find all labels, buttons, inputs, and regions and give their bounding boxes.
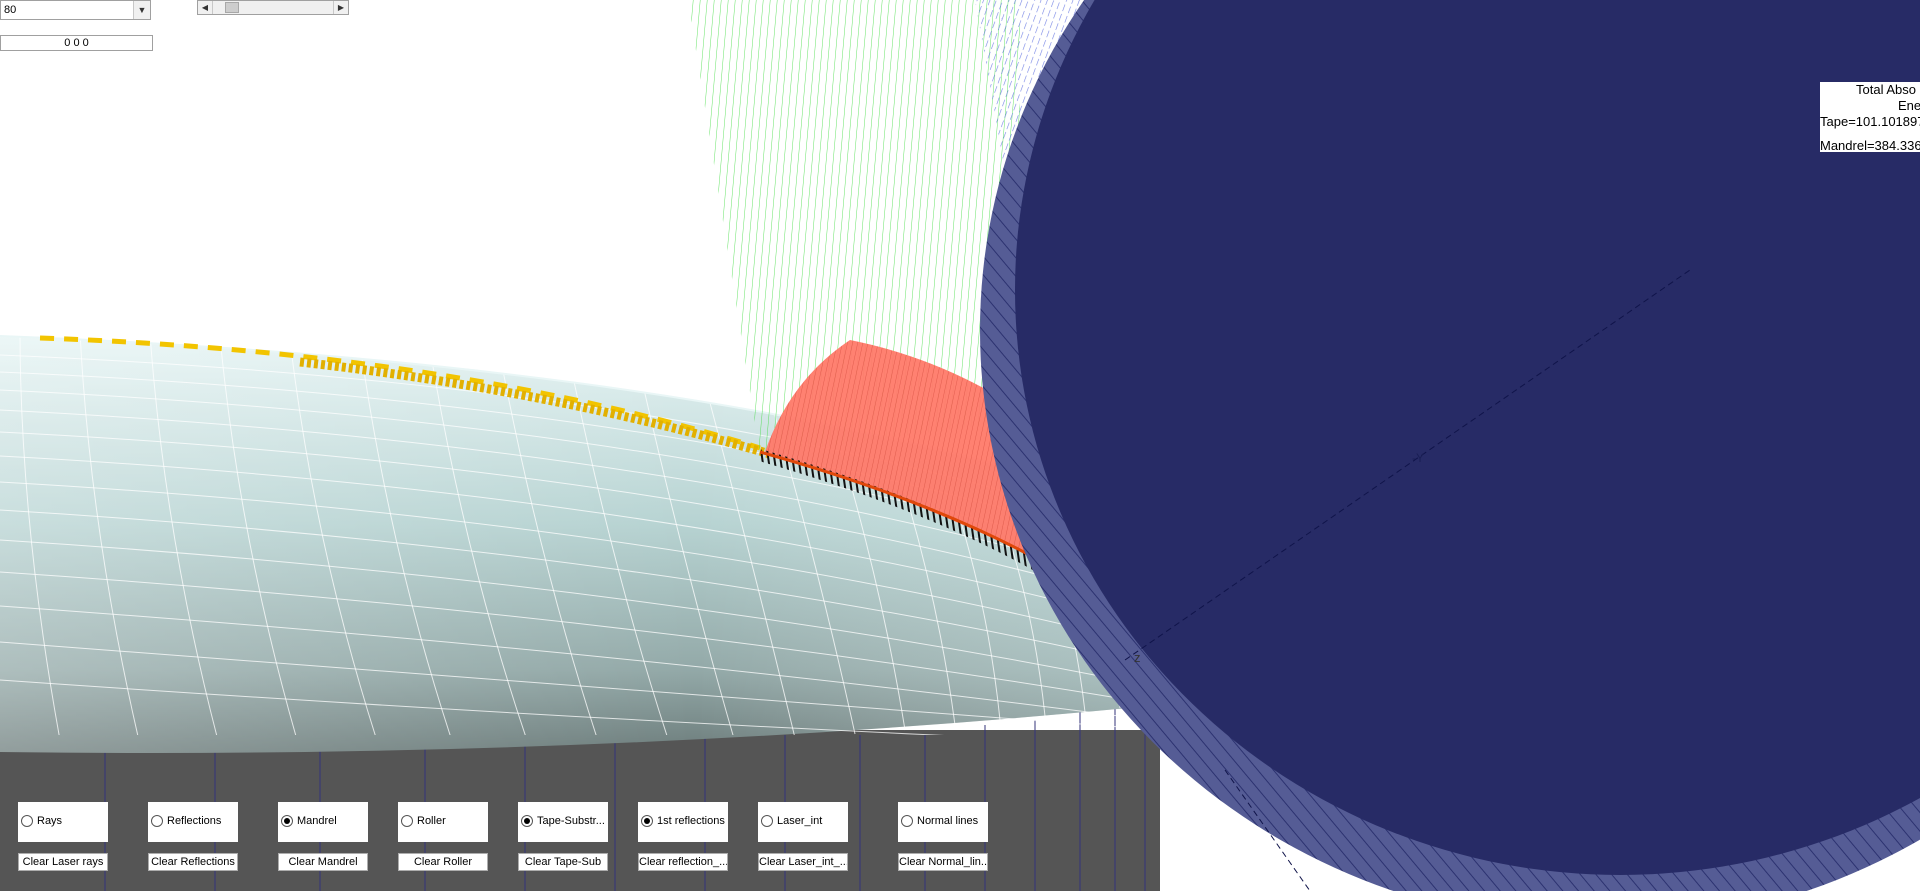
toggle-1st-reflections[interactable]: 1st reflections (638, 802, 728, 842)
coordinate-field[interactable]: 0 0 0 (0, 35, 153, 51)
clear-reflections-button[interactable]: Clear Reflections (148, 853, 238, 871)
toggle-label: Roller (417, 815, 446, 827)
energy-readout: Total Abso Ene Tape=101.101897 Mandrel=3… (1820, 82, 1920, 152)
toggle-tape-substrate[interactable]: Tape-Substr... (518, 802, 608, 842)
energy-line-tape: Tape=101.101897 (1820, 114, 1920, 129)
radio-normal-lines[interactable] (901, 815, 913, 827)
clear-normal-lines-button[interactable]: Clear Normal_lin... (898, 853, 988, 871)
toggle-label: Tape-Substr... (537, 815, 605, 827)
toggle-label: Reflections (167, 815, 222, 827)
clear-mandrel-button[interactable]: Clear Mandrel (278, 853, 368, 871)
energy-line-2: Ene (1898, 98, 1920, 113)
radio-mandrel[interactable] (281, 815, 293, 827)
toggle-label: Rays (37, 815, 63, 827)
radio-reflections[interactable] (151, 815, 163, 827)
scroll-right-icon[interactable]: ▶ (333, 1, 348, 14)
scroll-left-icon[interactable]: ◀ (198, 1, 213, 14)
toggle-reflections[interactable]: Reflections (148, 802, 238, 842)
toggle-normal-lines[interactable]: Normal lines (898, 802, 988, 842)
3d-viewport[interactable]: -Y z (0, 0, 1920, 891)
radio-tape-substrate[interactable] (521, 815, 533, 827)
clear-reflection-button[interactable]: Clear reflection_... (638, 853, 728, 871)
horizontal-slider[interactable]: ◀ ▶ (197, 0, 349, 15)
toggle-label: Laser_int (777, 815, 823, 827)
chevron-down-icon[interactable]: ▼ (133, 1, 150, 19)
slider-thumb[interactable] (225, 2, 239, 13)
clear-tape-sub-button[interactable]: Clear Tape-Sub (518, 853, 608, 871)
toggle-label: 1st reflections (657, 815, 725, 827)
toggle-roller[interactable]: Roller (398, 802, 488, 842)
value-dropdown[interactable]: 80 ▼ (0, 0, 151, 20)
clear-laser-rays-button[interactable]: Clear Laser rays (18, 853, 108, 871)
clear-laser-int-button[interactable]: Clear Laser_int_... (758, 853, 848, 871)
toggle-laser-int[interactable]: Laser_int (758, 802, 848, 842)
energy-line-mandrel: Mandrel=384.336 (1820, 138, 1920, 152)
axis-label-y: -Y (1412, 451, 1424, 465)
radio-roller[interactable] (401, 815, 413, 827)
axis-label-z: z (1134, 650, 1141, 665)
radio-1st-reflections[interactable] (641, 815, 653, 827)
dropdown-value: 80 (4, 4, 17, 16)
clear-roller-button[interactable]: Clear Roller (398, 853, 488, 871)
toggle-label: Mandrel (297, 815, 337, 827)
radio-laser-int[interactable] (761, 815, 773, 827)
toggle-rays[interactable]: Rays (18, 802, 108, 842)
radio-rays[interactable] (21, 815, 33, 827)
toggle-label: Normal lines (917, 815, 979, 827)
energy-line-1: Total Abso (1856, 82, 1916, 97)
toggle-mandrel[interactable]: Mandrel (278, 802, 368, 842)
